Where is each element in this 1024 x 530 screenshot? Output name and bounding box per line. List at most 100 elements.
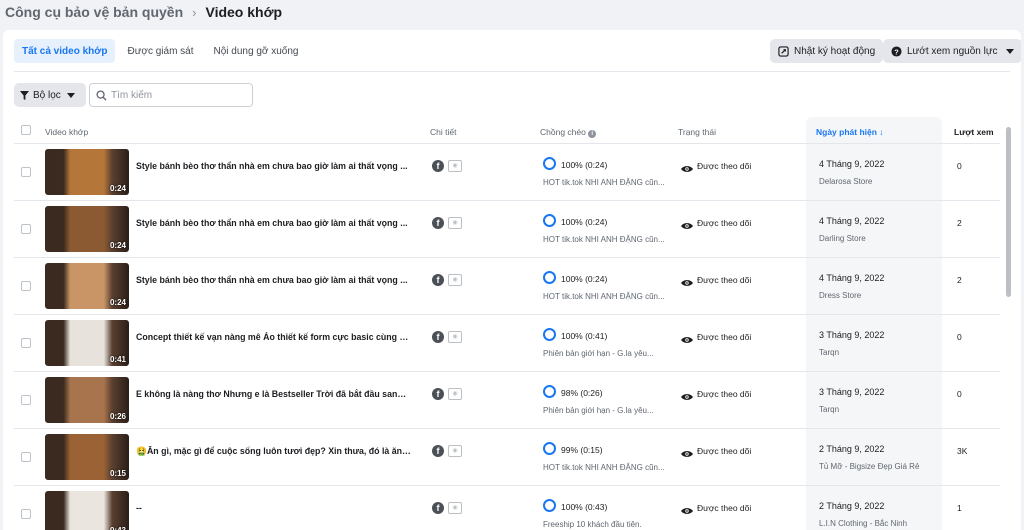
- filter-icon: [20, 90, 29, 100]
- tab-monitored[interactable]: Được giám sát: [119, 39, 201, 63]
- detected-date: 3 Tháng 9, 2022: [819, 387, 885, 397]
- tab-takedowns[interactable]: Nội dung gỡ xuống: [206, 39, 307, 63]
- store-name[interactable]: Delarosa Store: [819, 177, 872, 186]
- table-row[interactable]: 0:15 🤮Ăn gì, mặc gì để cuộc sống luôn tư…: [14, 429, 1000, 486]
- matches-table: Video khớp Chi tiết Chồng chéo i Trạng t…: [14, 117, 1000, 530]
- search-input[interactable]: [111, 89, 241, 101]
- overlap-ring-icon: [543, 214, 556, 227]
- eye-icon: [681, 274, 693, 292]
- browse-sources-button[interactable]: ? Lướt xem nguồn lực: [883, 39, 1021, 63]
- select-all-checkbox[interactable]: [21, 125, 31, 135]
- filter-button[interactable]: Bộ lọc: [14, 83, 86, 107]
- info-icon[interactable]: i: [588, 130, 597, 138]
- table-row[interactable]: 0:26 E không là nàng thơ Nhưng e là Best…: [14, 372, 1000, 429]
- status-text: Được theo dõi: [697, 275, 752, 285]
- store-name[interactable]: Dress Store: [819, 291, 861, 300]
- filter-label: Bộ lọc: [33, 89, 61, 101]
- detected-date: 4 Tháng 9, 2022: [819, 273, 885, 283]
- overlap-percent: 100% (0:43): [561, 502, 608, 512]
- table-header: Video khớp Chi tiết Chồng chéo i Trạng t…: [14, 117, 1000, 144]
- overlap-source[interactable]: HOT tik.tok NHI ANH ĐẶNG cũn...: [543, 292, 665, 301]
- facebook-icon: f: [432, 502, 444, 514]
- video-duration: 0:26: [109, 412, 126, 421]
- overlap-percent: 100% (0:24): [561, 274, 608, 284]
- overlap-percent: 100% (0:41): [561, 331, 608, 341]
- status-text: Được theo dõi: [697, 389, 752, 399]
- video-title[interactable]: 🤮Ăn gì, mặc gì để cuộc sống luôn tươi đẹ…: [136, 446, 411, 457]
- table-row[interactable]: 0:24 Style bánh bèo thơ thẩn nhà em chưa…: [14, 144, 1000, 201]
- video-title[interactable]: E không là nàng thơ Nhưng e là Bestselle…: [136, 389, 411, 399]
- search-box: [89, 83, 253, 107]
- eye-icon: [681, 160, 693, 178]
- row-checkbox[interactable]: [21, 167, 31, 177]
- scrollbar[interactable]: [1006, 127, 1011, 297]
- video-title[interactable]: Style bánh bèo thơ thẩn nhà em chưa bao …: [136, 275, 411, 285]
- video-duration: 0:24: [109, 298, 126, 307]
- overlap-source[interactable]: HOT tik.tok NHI ANH ĐẶNG cũn...: [543, 235, 665, 244]
- store-name[interactable]: Tarqn: [819, 348, 839, 357]
- video-title[interactable]: Style bánh bèo thơ thẩn nhà em chưa bao …: [136, 161, 411, 171]
- video-thumbnail[interactable]: 0:41: [45, 320, 129, 366]
- video-title[interactable]: Style bánh bèo thơ thẩn nhà em chưa bao …: [136, 218, 411, 228]
- overlap-percent: 98% (0:26): [561, 388, 603, 398]
- video-thumbnail[interactable]: 0:43: [45, 491, 129, 530]
- video-thumbnail[interactable]: 0:15: [45, 434, 129, 480]
- view-count: 2: [957, 275, 962, 285]
- help-icon: ?: [891, 45, 902, 57]
- row-checkbox[interactable]: [21, 395, 31, 405]
- row-checkbox[interactable]: [21, 338, 31, 348]
- overlap-source[interactable]: Phiên bản giới hạn - G.la yêu...: [543, 406, 654, 415]
- store-name[interactable]: Darling Store: [819, 234, 866, 243]
- facebook-icon: f: [432, 331, 444, 343]
- overlap-ring-icon: [543, 499, 556, 512]
- video-thumbnail[interactable]: 0:24: [45, 149, 129, 195]
- video-match-icon: ◉: [448, 217, 462, 229]
- activity-log-button[interactable]: Nhật ký hoạt động: [770, 39, 884, 63]
- video-thumbnail[interactable]: 0:26: [45, 377, 129, 423]
- view-count: 1: [957, 503, 962, 513]
- breadcrumb: Công cụ bảo vệ bản quyền › Video khớp: [5, 3, 282, 21]
- status-text: Được theo dõi: [697, 332, 752, 342]
- overlap-source[interactable]: HOT tik.tok NHI ANH ĐẶNG cũn...: [543, 463, 665, 472]
- video-duration: 0:15: [109, 469, 126, 478]
- table-row[interactable]: 0:24 Style bánh bèo thơ thẩn nhà em chưa…: [14, 201, 1000, 258]
- row-checkbox[interactable]: [21, 509, 31, 519]
- view-count: 0: [957, 161, 962, 171]
- column-date-sort[interactable]: Ngày phát hiện ↓: [816, 127, 884, 137]
- overlap-ring-icon: [543, 385, 556, 398]
- eye-icon: [681, 331, 693, 349]
- overlap-source[interactable]: HOT tik.tok NHI ANH ĐẶNG cũn...: [543, 178, 665, 187]
- view-count: 2: [957, 218, 962, 228]
- video-title[interactable]: Concept thiết kế vạn nàng mê Áo thiết kế…: [136, 332, 411, 342]
- video-title[interactable]: --: [136, 503, 411, 513]
- browse-sources-label: Lướt xem nguồn lực: [907, 45, 998, 57]
- overlap-ring-icon: [543, 157, 556, 170]
- column-views[interactable]: Lượt xem: [954, 127, 994, 137]
- activity-log-label: Nhật ký hoạt động: [794, 45, 876, 57]
- table-row[interactable]: 0:43 -- f ◉ 100% (0:43) Freeship 10 khác…: [14, 486, 1000, 530]
- breadcrumb-parent[interactable]: Công cụ bảo vệ bản quyền: [5, 4, 183, 20]
- detected-date: 4 Tháng 9, 2022: [819, 159, 885, 169]
- store-name[interactable]: Tarqn: [819, 405, 839, 414]
- video-match-icon: ◉: [448, 274, 462, 286]
- store-name[interactable]: Tủ Mỡ - Bigsize Đẹp Giá Rẻ: [819, 462, 919, 471]
- table-row[interactable]: 0:24 Style bánh bèo thơ thẩn nhà em chưa…: [14, 258, 1000, 315]
- status-text: Được theo dõi: [697, 218, 752, 228]
- overlap-source[interactable]: Phiên bản giới hạn - G.la yêu...: [543, 349, 654, 358]
- row-checkbox[interactable]: [21, 452, 31, 462]
- video-thumbnail[interactable]: 0:24: [45, 263, 129, 309]
- store-name[interactable]: L.I.N Clothing - Bắc Ninh: [819, 519, 907, 528]
- table-row[interactable]: 0:41 Concept thiết kế vạn nàng mê Áo thi…: [14, 315, 1000, 372]
- tab-all-matches[interactable]: Tất cả video khớp: [14, 39, 116, 63]
- caret-down-icon: [66, 92, 75, 98]
- overlap-source[interactable]: Freeship 10 khách đầu tiên.: [543, 520, 642, 529]
- column-status: Trạng thái: [678, 127, 716, 137]
- overlap-ring-icon: [543, 271, 556, 284]
- video-duration: 0:24: [109, 241, 126, 250]
- row-checkbox[interactable]: [21, 224, 31, 234]
- video-thumbnail[interactable]: 0:24: [45, 206, 129, 252]
- overlap-ring-icon: [543, 442, 556, 455]
- detected-date: 2 Tháng 9, 2022: [819, 501, 885, 511]
- row-checkbox[interactable]: [21, 281, 31, 291]
- column-overlap[interactable]: Chồng chéo i: [540, 127, 597, 138]
